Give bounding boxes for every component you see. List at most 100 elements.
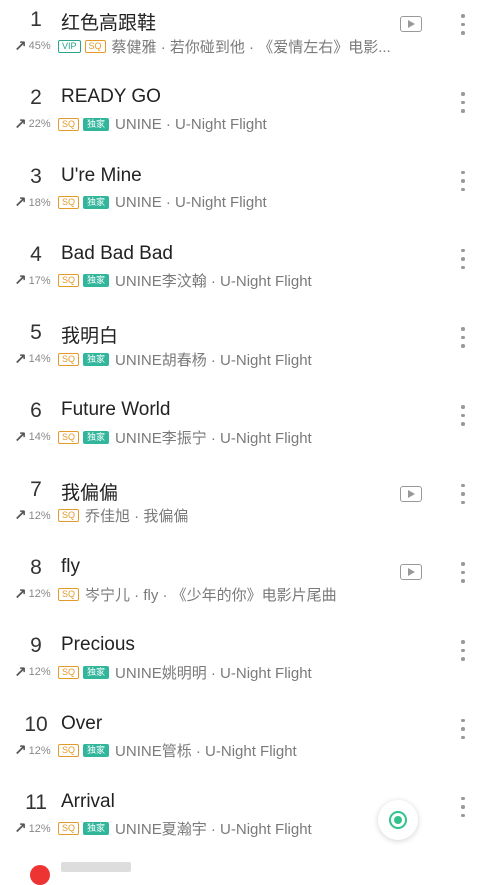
song-row[interactable]: 7 我偏偏 ↗ 12% SQ 乔佳旭 · 我偏偏 <box>0 470 500 548</box>
exclusive-badge: 独家 <box>83 274 110 288</box>
video-play-icon[interactable] <box>400 16 422 32</box>
arrow-up-icon: ↗ <box>14 820 27 838</box>
exclusive-badge: 独家 <box>83 430 110 444</box>
song-title: fly <box>61 556 80 578</box>
trend-value: 12% <box>28 744 51 757</box>
arrow-up-icon: ↗ <box>14 194 27 212</box>
song-row[interactable]: 5 我明白 ↗ 14% SQ 独家 UNINE胡春杨 · U-Night Flight <box>0 313 500 391</box>
song-artist-album: UNINE胡春杨 · U-Night Flight <box>115 351 312 369</box>
more-vertical-icon[interactable] <box>459 14 467 35</box>
song-row[interactable]: 3 U're Mine ↗ 18% SQ 独家 UNINE · U-Night Flight <box>0 157 500 235</box>
song-title: 我明白 <box>61 326 119 348</box>
song-rank: 11 <box>25 790 47 814</box>
song-artist-album: UNINE · U-Night Flight <box>115 115 267 133</box>
song-title: Over <box>61 712 103 734</box>
arrow-up-icon: ↗ <box>14 115 27 133</box>
song-title: Future World <box>61 399 171 421</box>
song-meta: ↗ 14% SQ 独家 UNINE胡春杨 · U-Night Flight <box>14 350 404 369</box>
trend-indicator: ↗ 12% <box>14 587 58 602</box>
sq-badge: SQ <box>58 665 80 679</box>
song-artist-album: UNINE · U-Night Flight <box>115 194 267 212</box>
song-row[interactable]: 2 READY GO ↗ 22% SQ 独家 UNINE · U-Night Flight <box>0 78 500 156</box>
exclusive-badge: 独家 <box>83 744 110 758</box>
song-artist-album: UNINE管栎 · U-Night Flight <box>115 743 297 760</box>
trend-indicator: ↗ 12% <box>14 821 58 836</box>
arrow-up-icon: ↗ <box>14 585 27 603</box>
song-artist-album: UNINE李汶翰 · U-Night Flight <box>115 273 312 290</box>
song-title: 我偏偏 <box>61 482 119 504</box>
more-vertical-icon[interactable] <box>459 92 467 113</box>
arrow-up-icon: ↗ <box>14 663 27 681</box>
exclusive-badge: 独家 <box>83 196 110 210</box>
song-meta: ↗ 17% SQ 独家 UNINE李汶翰 · U-Night Flight <box>14 272 404 290</box>
exclusive-badge: 独家 <box>83 117 110 131</box>
song-rank: 4 <box>30 242 42 266</box>
trend-value: 17% <box>28 274 51 287</box>
trend-value: 45% <box>28 40 51 52</box>
trend-value: 12% <box>28 666 51 679</box>
song-title: Precious <box>61 634 135 656</box>
arrow-up-icon: ↗ <box>14 37 27 55</box>
now-playing-button[interactable] <box>378 800 418 840</box>
trend-value: 14% <box>28 431 51 444</box>
now-playing-icon <box>389 811 407 829</box>
trend-indicator: ↗ 14% <box>14 430 58 445</box>
more-vertical-icon[interactable] <box>459 718 467 740</box>
song-row[interactable]: 11 Arrival ↗ 12% SQ 独家 UNINE夏瀚宇 · U-Night Flig… <box>0 783 500 861</box>
song-meta: ↗ 12% SQ 独家 UNINE管栎 · U-Night Flight <box>14 742 404 760</box>
trend-indicator: ↗ 12% <box>14 665 58 680</box>
song-title: Arrival <box>61 790 115 812</box>
sq-badge: SQ <box>58 509 80 523</box>
exclusive-badge: 独家 <box>83 352 110 366</box>
song-meta: ↗ 12% SQ 独家 UNINE姚明明 · U-Night Flight <box>14 663 404 682</box>
next-row-title-placeholder <box>61 862 131 872</box>
next-row-avatar <box>30 865 50 885</box>
song-title: Bad Bad Bad <box>61 242 173 264</box>
trend-value: 12% <box>28 509 51 522</box>
sq-badge: SQ <box>58 352 80 366</box>
more-vertical-icon[interactable] <box>459 170 467 192</box>
vip-badge: VIP <box>58 39 81 53</box>
song-row[interactable]: 9 Precious ↗ 12% SQ 独家 UNINE姚明明 · U-Night Flig… <box>0 626 500 704</box>
song-rank: 9 <box>30 634 42 658</box>
song-meta: ↗ 12% SQ 乔佳旭 · 我偏偏 <box>14 507 404 525</box>
song-row[interactable]: 1 红色高跟鞋 ↗ 45% VIP SQ 蔡健雅 · 若你碰到他 · 《爱情左右》电影... <box>0 0 500 78</box>
song-artist-album: UNINE姚明明 · U-Night Flight <box>115 664 312 682</box>
song-rank: 5 <box>30 321 42 345</box>
song-rank: 1 <box>30 8 42 31</box>
sq-badge: SQ <box>58 744 80 758</box>
song-artist-album: UNINE夏瀚宇 · U-Night Flight <box>115 821 312 838</box>
song-rank: 2 <box>30 86 42 110</box>
more-vertical-icon[interactable] <box>459 248 467 270</box>
more-vertical-icon[interactable] <box>459 483 467 505</box>
song-artist-album: 乔佳旭 · 我偏偏 <box>85 508 189 525</box>
trend-indicator: ↗ 12% <box>14 508 58 523</box>
song-meta: ↗ 22% SQ 独家 UNINE · U-Night Flight <box>14 115 404 133</box>
video-play-icon[interactable] <box>400 485 422 502</box>
exclusive-badge: 独家 <box>83 665 110 679</box>
sq-badge: SQ <box>58 822 80 836</box>
more-vertical-icon[interactable] <box>459 405 467 426</box>
song-meta: ↗ 45% VIP SQ 蔡健雅 · 若你碰到他 · 《爱情左右》电影... <box>14 37 404 56</box>
song-rank: 7 <box>30 477 42 501</box>
trend-indicator: ↗ 14% <box>14 352 58 367</box>
arrow-up-icon: ↗ <box>14 742 27 760</box>
song-row[interactable]: 6 Future World ↗ 14% SQ 独家 UNINE李振宁 · U-Night … <box>0 391 500 469</box>
song-title: READY GO <box>61 86 161 108</box>
sq-badge: SQ <box>58 117 80 131</box>
song-meta: ↗ 12% SQ 独家 UNINE夏瀚宇 · U-Night Flight <box>14 820 404 838</box>
more-vertical-icon[interactable] <box>459 562 467 583</box>
song-rank: 10 <box>24 712 48 736</box>
song-row[interactable]: 4 Bad Bad Bad ↗ 17% SQ 独家 UNINE李汶翰 · U-Night F… <box>0 235 500 313</box>
arrow-up-icon: ↗ <box>14 350 27 368</box>
more-vertical-icon[interactable] <box>459 327 467 348</box>
more-vertical-icon[interactable] <box>459 796 467 818</box>
song-meta: ↗ 12% SQ 岑宁儿 · fly · 《少年的你》电影片尾曲 <box>14 585 404 604</box>
song-row[interactable]: 10 Over ↗ 12% SQ 独家 UNINE管栎 · U-Night Flight <box>0 705 500 783</box>
more-vertical-icon[interactable] <box>459 640 467 661</box>
video-play-icon[interactable] <box>400 564 422 581</box>
song-rank: 6 <box>30 399 42 423</box>
trend-value: 14% <box>28 353 51 366</box>
song-rank: 8 <box>30 556 42 580</box>
song-row[interactable]: 8 fly ↗ 12% SQ 岑宁儿 · fly · 《少年的你》电影片尾曲 <box>0 548 500 626</box>
